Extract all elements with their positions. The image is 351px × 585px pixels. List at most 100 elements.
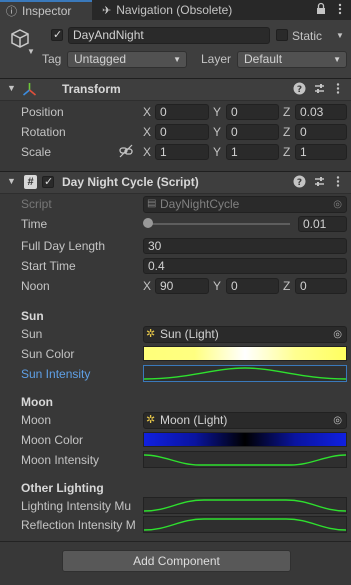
tag-value: Untagged (74, 52, 127, 66)
axis-y-label: Y (213, 279, 222, 293)
time-label: Time (21, 217, 48, 231)
more-icon[interactable] (333, 82, 343, 98)
help-icon[interactable]: ? (293, 175, 306, 191)
scale-y-field[interactable]: 1 (226, 144, 279, 160)
layer-dropdown[interactable]: Default ▼ (237, 51, 347, 68)
position-label: Position (21, 105, 64, 119)
add-component-button[interactable]: Add Component (62, 550, 291, 572)
foldout-arrow-icon[interactable]: ▼ (7, 83, 16, 93)
chevron-down-icon: ▼ (333, 55, 341, 64)
svg-text:?: ? (297, 178, 302, 188)
script-label: Script (21, 197, 52, 211)
axis-x-label: X (143, 105, 152, 119)
script-enabled-checkbox[interactable] (42, 175, 54, 188)
icon-dropdown-arrow-icon[interactable]: ▼ (27, 47, 35, 56)
moon-section-header: Moon (21, 395, 53, 409)
script-title: Day Night Cycle (Script) (62, 175, 199, 189)
axis-x-label: X (143, 145, 152, 159)
moon-color-gradient[interactable] (143, 432, 347, 447)
moon-light-field[interactable]: ✲ Moon (Light) ◎ (143, 412, 347, 429)
script-value: DayNightCycle (160, 197, 240, 211)
start-time-field[interactable]: 0.4 (143, 258, 347, 274)
script-hash-icon: # (24, 175, 37, 189)
rotation-y-field[interactable]: 0 (226, 124, 279, 140)
static-checkbox[interactable] (276, 29, 288, 41)
axis-y-label: Y (213, 145, 222, 159)
settings-icon[interactable] (313, 175, 326, 191)
static-label: Static (292, 29, 323, 43)
tag-label: Tag (42, 52, 62, 66)
light-icon: ✲ (146, 414, 156, 426)
tab-navigation-label: Navigation (Obsolete) (116, 3, 233, 17)
navigation-icon: ✈ (102, 4, 112, 17)
link-icon[interactable] (119, 144, 133, 161)
layer-label: Layer (201, 52, 232, 66)
lock-icon[interactable] (314, 2, 328, 16)
noon-y-field[interactable]: 0 (226, 278, 279, 294)
time-slider-track[interactable] (147, 223, 290, 225)
rotation-z-field[interactable]: 0 (295, 124, 347, 140)
gameobject-header: ▼ DayAndNight Static ▼ Tag Untagged ▼ La… (0, 20, 351, 79)
target-icon[interactable]: ◎ (333, 413, 342, 428)
full-day-length-field[interactable]: 30 (143, 238, 347, 254)
active-checkbox[interactable] (51, 28, 63, 41)
name-field[interactable]: DayAndNight (68, 27, 270, 44)
scale-label: Scale (21, 145, 52, 159)
svg-text:?: ? (297, 85, 302, 95)
other-lighting-section-header: Other Lighting (21, 481, 104, 495)
noon-z-field[interactable]: 0 (295, 278, 347, 294)
rotation-x-field[interactable]: 0 (155, 124, 209, 140)
position-x-field[interactable]: 0 (155, 104, 209, 120)
tab-inspector-label: Inspector (22, 4, 72, 18)
tab-inspector[interactable]: ⓘ Inspector (0, 0, 92, 20)
noon-label: Noon (21, 279, 50, 293)
moon-intensity-label: Moon Intensity (21, 453, 100, 467)
axis-x-label: X (143, 125, 152, 139)
tab-navigation[interactable]: ✈ Navigation (Obsolete) (102, 0, 272, 20)
settings-icon[interactable] (313, 82, 326, 98)
transform-header[interactable]: ▼ Transform ? (0, 78, 351, 101)
sun-light-field[interactable]: ✲ Sun (Light) ◎ (143, 326, 347, 343)
tag-dropdown[interactable]: Untagged ▼ (67, 51, 187, 68)
position-y-field[interactable]: 0 (226, 104, 279, 120)
divider (0, 541, 351, 542)
menu-icon[interactable] (334, 2, 346, 16)
full-day-length-label: Full Day Length (21, 239, 106, 253)
script-file-icon: ▤ (147, 198, 157, 209)
axis-z-label: Z (283, 105, 291, 119)
target-icon[interactable]: ◎ (333, 327, 342, 342)
time-field[interactable]: 0.01 (298, 216, 347, 232)
moon-label: Moon (21, 413, 52, 427)
noon-x-field[interactable]: 90 (155, 278, 209, 294)
reflection-intensity-multiplier-curve[interactable] (143, 516, 347, 533)
axis-y-label: Y (213, 105, 222, 119)
chevron-down-icon: ▼ (173, 55, 181, 64)
axis-z-label: Z (283, 279, 291, 293)
reflection-intensity-multiplier-label: Reflection Intensity M (21, 518, 136, 532)
foldout-arrow-icon[interactable]: ▼ (7, 176, 16, 186)
help-icon[interactable]: ? (293, 82, 306, 98)
rotation-label: Rotation (21, 125, 66, 139)
time-slider-thumb[interactable] (143, 218, 154, 228)
tab-bar: ⓘ Inspector ✈ Navigation (Obsolete) (0, 0, 351, 20)
lighting-intensity-multiplier-curve[interactable] (143, 497, 347, 514)
position-z-field[interactable]: 0.03 (295, 104, 347, 120)
static-dropdown-arrow-icon[interactable]: ▼ (336, 28, 344, 44)
scale-x-field[interactable]: 1 (155, 144, 209, 160)
light-icon: ✲ (146, 328, 156, 340)
sun-label: Sun (21, 327, 43, 341)
sun-intensity-curve[interactable] (143, 365, 347, 382)
scale-z-field[interactable]: 1 (295, 144, 347, 160)
axis-z-label: Z (283, 145, 291, 159)
axis-x-label: X (143, 279, 152, 293)
sun-color-gradient[interactable] (143, 346, 347, 361)
sun-light-value: Sun (Light) (160, 327, 219, 341)
more-icon[interactable] (333, 175, 343, 191)
moon-intensity-curve[interactable] (143, 451, 347, 468)
moon-color-label: Moon Color (21, 433, 84, 447)
start-time-label: Start Time (21, 259, 76, 273)
script-component-header[interactable]: ▼ # Day Night Cycle (Script) ? (0, 171, 351, 194)
inspector-icon: ⓘ (6, 6, 17, 18)
sun-intensity-label: Sun Intensity (21, 367, 91, 381)
script-object-field: ▤ DayNightCycle ◎ (143, 196, 347, 213)
